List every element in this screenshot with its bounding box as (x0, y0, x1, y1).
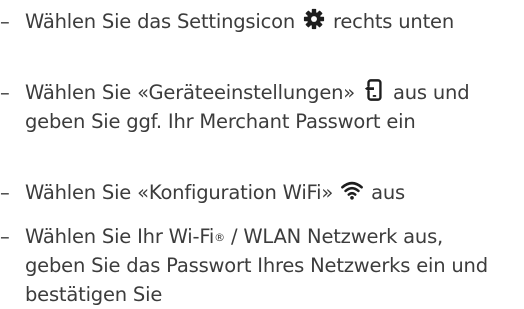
step-2-text-after: aus und (393, 81, 470, 104)
step-2: – Wählen Sie «Geräteeinstellungen» aus u… (0, 78, 470, 136)
step-4-text-part1: Wählen Sie Ihr Wi-Fi (25, 225, 215, 248)
step-4-line-2: geben Sie das Passwort Ihres Netzwerks e… (25, 254, 488, 277)
step-3-line-1: Wählen Sie «Konfiguration WiFi» aus (25, 178, 405, 207)
wifi-icon (341, 179, 364, 201)
step-dash: – (0, 81, 10, 104)
step-3: – Wählen Sie «Konfiguration WiFi» aus (0, 178, 405, 207)
gear-icon (303, 8, 325, 30)
step-2-line-1: Wählen Sie «Geräteeinstellungen» aus und (25, 78, 470, 107)
registered-mark: ® (214, 231, 225, 244)
step-dash: – (0, 10, 10, 33)
step-1-text-before: Wählen Sie das Settingsicon (25, 10, 295, 33)
step-3-text-after: aus (371, 181, 405, 204)
step-dash: – (0, 225, 10, 248)
step-4-text-part2: / WLAN Netzwerk aus, (230, 225, 444, 248)
step-4-line-1: Wählen Sie Ihr Wi-Fi® / WLAN Netzwerk au… (25, 222, 488, 251)
step-text: Wählen Sie Ihr Wi-Fi® / WLAN Netzwerk au… (25, 222, 488, 309)
step-1-line-1: Wählen Sie das Settingsicon rechts unten (25, 7, 454, 36)
step-4: – Wählen Sie Ihr Wi-Fi® / WLAN Netzwerk … (0, 222, 488, 309)
step-2-text-before: Wählen Sie «Geräteeinstellungen» (25, 81, 356, 104)
step-text: Wählen Sie «Geräteeinstellungen» aus und… (25, 78, 470, 136)
step-1: – Wählen Sie das Settingsicon rechts unt… (0, 7, 454, 36)
step-2-line-2: geben Sie ggf. Ihr Merchant Passwort ein (25, 110, 416, 133)
instruction-list: – Wählen Sie das Settingsicon rechts unt… (0, 0, 524, 309)
device-settings-icon (363, 79, 385, 101)
step-dash: – (0, 181, 10, 204)
step-text: Wählen Sie das Settingsicon rechts unten (25, 7, 454, 36)
step-1-text-after: rechts unten (333, 10, 454, 33)
step-text: Wählen Sie «Konfiguration WiFi» aus (25, 178, 405, 207)
step-3-text-before: Wählen Sie «Konfiguration WiFi» (25, 181, 334, 204)
step-4-line-3: bestätigen Sie (25, 283, 163, 306)
